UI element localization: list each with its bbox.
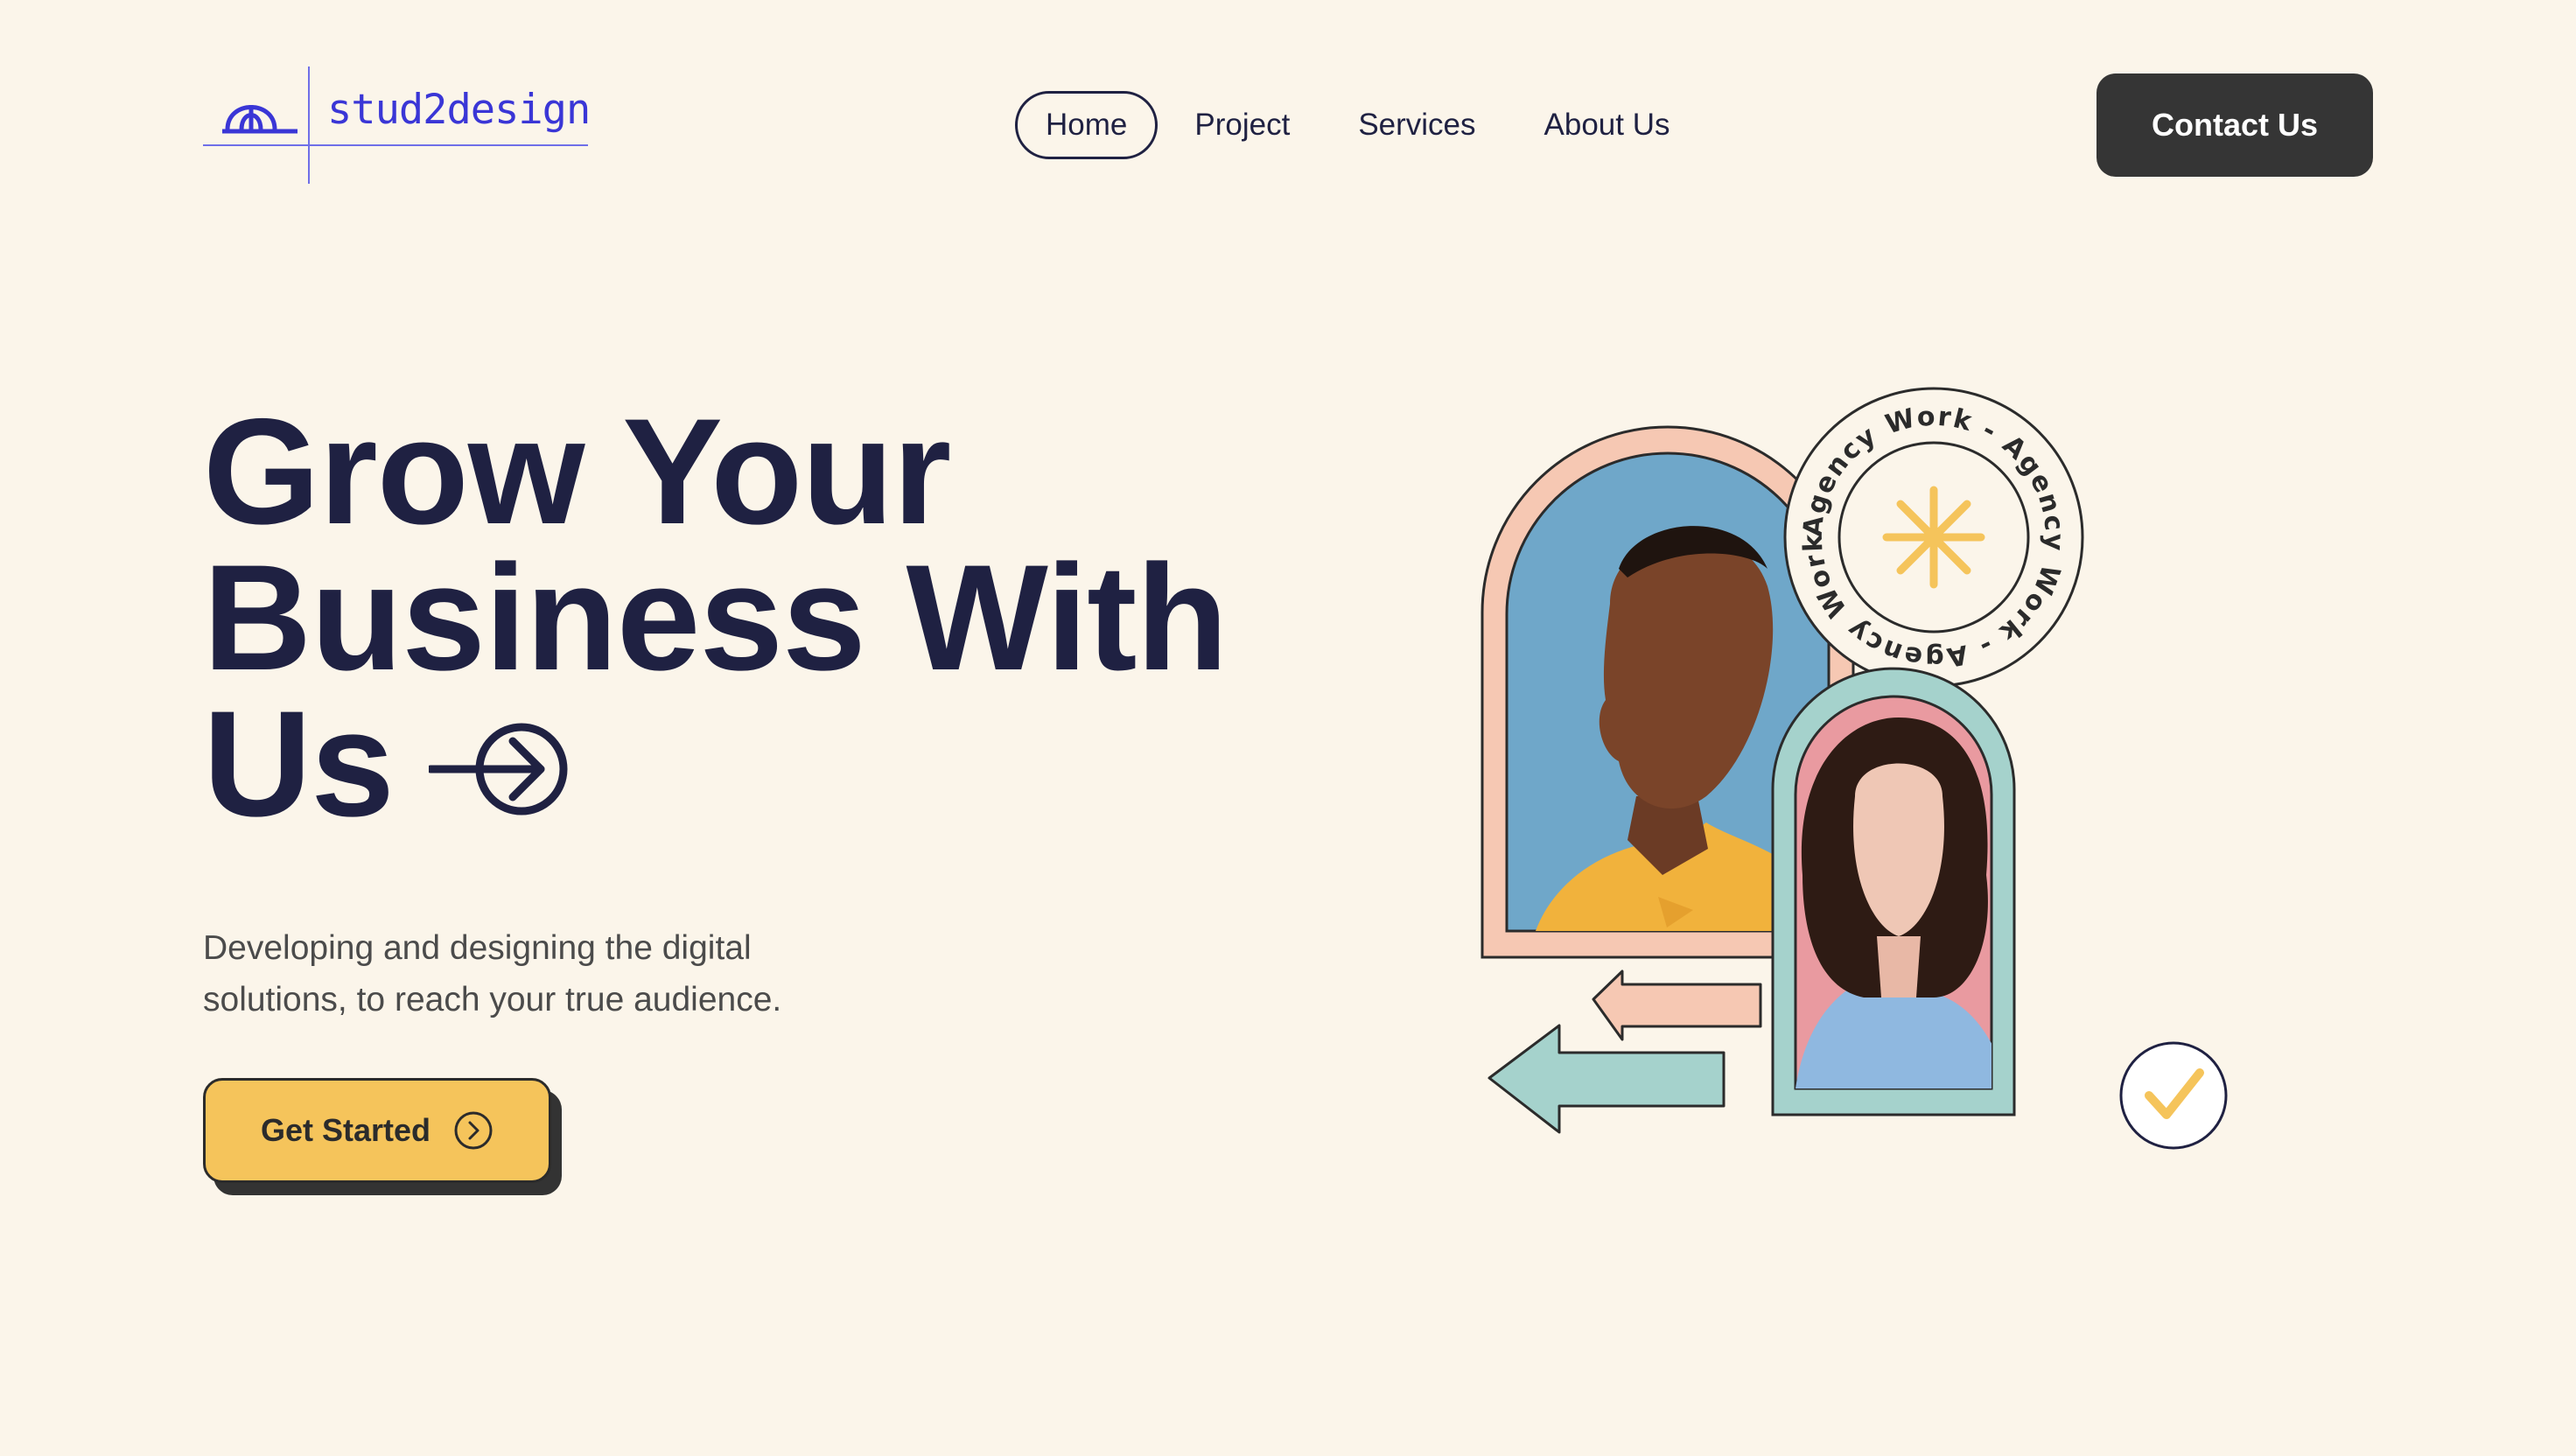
main-nav: Home Project Services About Us [1015, 91, 1670, 159]
nav-project[interactable]: Project [1194, 91, 1290, 159]
arrow-left-icon [1488, 1024, 1726, 1134]
chevron-right-circle-icon [454, 1111, 493, 1150]
logo[interactable]: stud2design [203, 66, 591, 184]
logo-mark-icon [222, 105, 298, 134]
headline-line-2: Business With [203, 534, 1228, 702]
get-started-button[interactable]: Get Started [203, 1078, 562, 1195]
hero-illustration: Agency Work - Agency Work - Agency Work … [1479, 385, 2228, 1150]
arrow-left-icon [1592, 970, 1762, 1041]
logo-guide-vertical [308, 66, 310, 184]
arrow-circle-right-icon [428, 723, 568, 816]
subtext-line-1: Developing and designing the digital [203, 929, 752, 967]
nav-home[interactable]: Home [1015, 91, 1158, 159]
logo-text: stud2design [327, 86, 591, 134]
logo-guide-horizontal [203, 144, 588, 146]
woman-portrait-frame [1771, 667, 2016, 1116]
nav-about-us[interactable]: About Us [1544, 91, 1670, 159]
hero-subtext: Developing and designing the digital sol… [203, 922, 868, 1026]
subtext-line-2: solutions, to reach your true audience. [203, 981, 782, 1018]
asterisk-icon [1882, 486, 1985, 589]
contact-us-button[interactable]: Contact Us [2096, 74, 2373, 177]
headline-line-3: Us [203, 689, 1340, 839]
nav-services[interactable]: Services [1358, 91, 1475, 159]
headline-line-1: Grow Your [203, 388, 951, 556]
checkmark-badge [2119, 1041, 2228, 1150]
hero-headline: Grow Your Business With Us [203, 388, 1340, 839]
get-started-label: Get Started [260, 1112, 431, 1148]
get-started-face[interactable]: Get Started [203, 1078, 551, 1183]
headline-line-3-text: Us [203, 680, 395, 848]
woman-portrait [1796, 718, 1992, 1088]
